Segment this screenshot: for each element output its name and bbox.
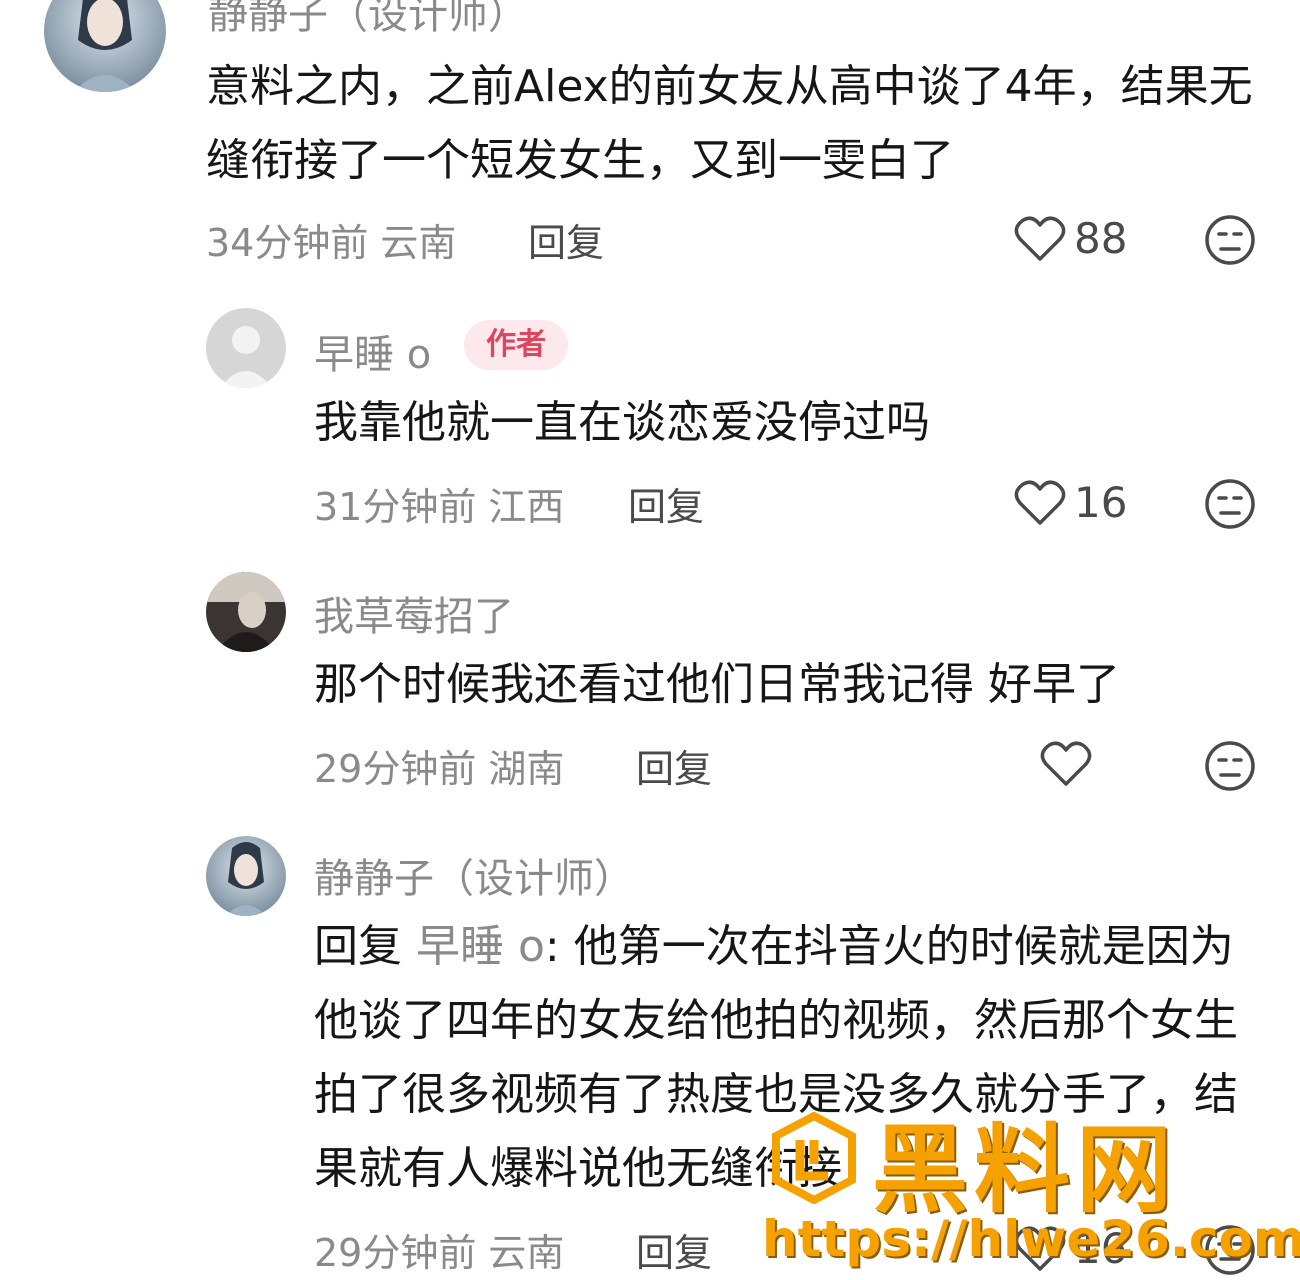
reply-target-name[interactable]: 早睡 o [416,921,545,972]
commenter-name[interactable]: 静静子（设计师） [314,846,634,904]
like-count: 16 [1074,478,1128,527]
like-count: 88 [1074,214,1128,263]
comment-text: 我靠他就一直在谈恋爱没停过吗 [314,397,930,448]
comment-text: 那个时候我还看过他们日常我记得 好早了 [314,659,1120,710]
heart-icon [1014,216,1066,261]
dislike-face-icon[interactable] [1204,740,1256,792]
like-button[interactable]: 16 [1014,478,1127,527]
reply-prefix: 回复 [314,921,402,972]
comment-meta: 31分钟前 江西 [314,485,565,529]
author-badge: 作者 [464,320,568,370]
comment-text: 意料之内，之前Alex的前女友从高中谈了4年，结果无缝衔接了一个短发女生，又到一… [206,61,1253,186]
like-count: 16 [1074,1224,1128,1273]
avatar[interactable] [44,0,166,92]
like-button[interactable]: 16 [1014,1224,1127,1273]
avatar[interactable] [206,836,286,916]
like-button[interactable] [1040,740,1092,788]
comment-meta: 29分钟前 云南 [314,1231,565,1275]
reply-button[interactable]: 回复 [628,476,704,531]
heart-icon [1014,480,1066,525]
comment-meta: 29分钟前 湖南 [314,747,565,791]
commenter-name[interactable]: 我草莓招了 [314,584,514,642]
comment-text: 回复 早睡 o: 他第一次在抖音火的时候就是因为他谈了四年的女友给他拍的视频，然… [314,910,1254,1206]
avatar[interactable] [206,572,286,652]
like-button[interactable]: 88 [1014,214,1127,263]
comment-meta: 34分钟前 云南 [206,221,457,265]
avatar[interactable] [206,308,286,388]
dislike-face-icon[interactable] [1204,1224,1256,1276]
commenter-name[interactable]: 静静子（设计师） [208,0,528,40]
heart-icon [1014,1226,1066,1271]
heart-icon [1040,741,1092,786]
reply-button[interactable]: 回复 [528,212,604,267]
reply-button[interactable]: 回复 [636,738,712,793]
commenter-name[interactable]: 早睡 o [314,322,431,380]
reply-button[interactable]: 回复 [636,1222,712,1277]
dislike-face-icon[interactable] [1204,214,1256,266]
dislike-face-icon[interactable] [1204,478,1256,530]
